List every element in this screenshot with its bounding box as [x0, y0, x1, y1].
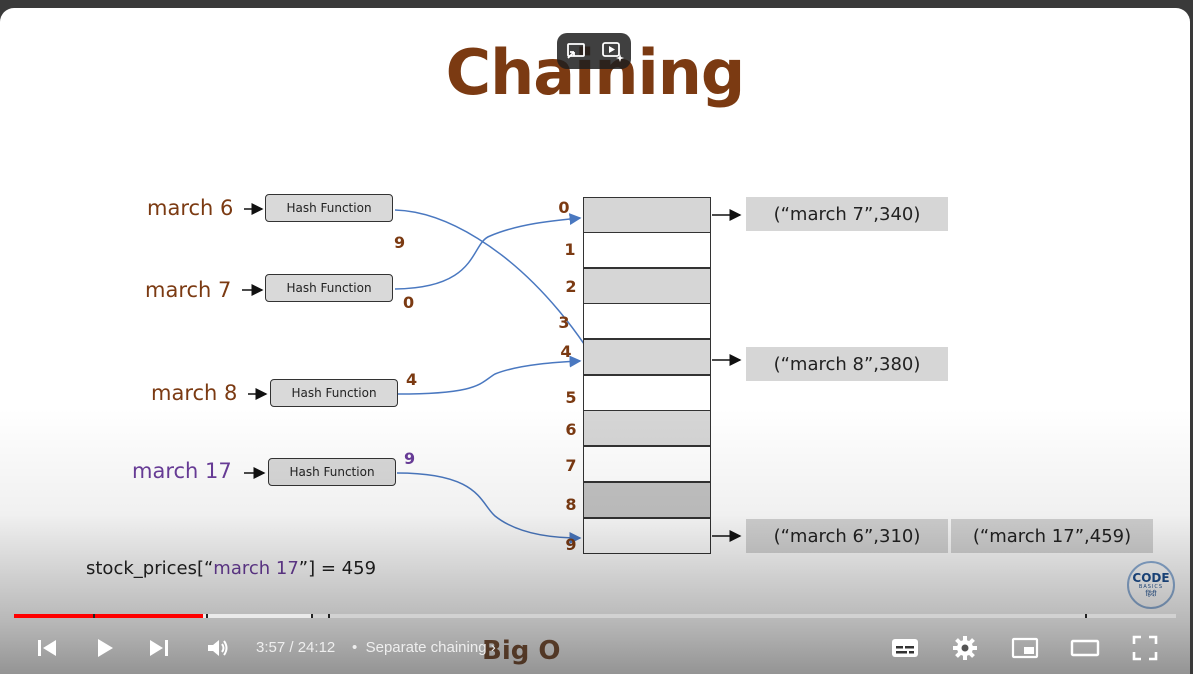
chapter-divider — [206, 614, 208, 618]
hash-output: 4 — [406, 370, 418, 389]
hash-arrow-march8 — [397, 355, 582, 395]
autoplay-icon[interactable] — [599, 37, 627, 65]
logo-hindi: हिंदी — [1145, 590, 1157, 598]
chapter-bullet: • — [352, 639, 358, 656]
hash-output: 9 — [404, 449, 416, 468]
key-label-march7: march 7 — [145, 278, 232, 302]
bucket-cell — [583, 482, 711, 518]
bucket-index: 1 — [564, 240, 576, 259]
bucket-index: 3 — [558, 313, 570, 332]
progress-bar[interactable] — [14, 614, 1176, 618]
bucket-cell — [583, 303, 711, 339]
key-label-march6: march 6 — [147, 196, 234, 220]
chapter-divider — [1085, 614, 1087, 618]
hash-function-box: Hash Function — [268, 458, 396, 486]
bucket-cell — [583, 410, 711, 446]
code-key: march 17 — [213, 558, 299, 579]
hash-arrow-march17 — [396, 472, 582, 544]
chapter-divider — [328, 614, 330, 618]
overlay-buttons — [557, 33, 631, 69]
chapter-divider — [93, 614, 95, 618]
previous-icon[interactable] — [27, 628, 67, 668]
duration: 24:12 — [297, 639, 336, 656]
code-suffix: ”] = 459 — [298, 558, 377, 579]
fullscreen-icon[interactable] — [1125, 628, 1165, 668]
hash-output: 9 — [394, 233, 406, 252]
cast-icon[interactable] — [562, 37, 590, 65]
hash-output: 0 — [403, 293, 415, 312]
bucket-index: 5 — [565, 388, 577, 407]
hash-function-box: Hash Function — [270, 379, 398, 407]
bucket-cell — [583, 197, 711, 233]
hash-function-box: Hash Function — [265, 274, 393, 302]
player-controls: 3:57 / 24:12 • Separate chaining › — [0, 628, 1190, 670]
bucket-index: 4 — [560, 342, 572, 361]
video-player[interactable]: Chaining march 6 march 7 march 8 march 1… — [0, 8, 1190, 674]
bucket-index: 8 — [565, 495, 577, 514]
logo-subtext: BASICS — [1138, 583, 1164, 590]
play-icon[interactable] — [84, 628, 124, 668]
logo-text: CODE — [1132, 570, 1170, 585]
miniplayer-icon[interactable] — [1005, 628, 1045, 668]
time-separator: / — [285, 639, 298, 656]
bucket-cell — [583, 268, 711, 304]
chain-entry: (“march 8”,380) — [746, 347, 948, 381]
chain-entry: (“march 17”,459) — [951, 519, 1153, 553]
chapter-button[interactable]: • Separate chaining › — [352, 639, 496, 656]
chapter-divider — [311, 614, 313, 618]
next-icon[interactable] — [139, 628, 179, 668]
theater-icon[interactable] — [1065, 628, 1105, 668]
chain-entry: (“march 7”,340) — [746, 197, 948, 231]
bucket-index: 7 — [565, 456, 577, 475]
chapter-title: Separate chaining — [365, 639, 487, 656]
settings-icon[interactable] — [945, 628, 985, 668]
hash-function-box: Hash Function — [265, 194, 393, 222]
bucket-cell — [583, 518, 711, 554]
video-frame[interactable]: Chaining march 6 march 7 march 8 march 1… — [0, 8, 1190, 674]
key-label-march17: march 17 — [132, 459, 232, 483]
bucket-cell — [583, 375, 711, 411]
current-time: 3:57 — [256, 639, 286, 656]
bucket-index: 2 — [565, 277, 577, 296]
bucket-index: 6 — [565, 420, 577, 439]
bucket-cell — [583, 232, 711, 268]
code-prefix: stock_prices[“ — [86, 558, 214, 579]
progress-played — [14, 614, 203, 618]
code-example: stock_prices[“march 17”] = 459 — [86, 558, 376, 579]
bucket-index: 0 — [558, 198, 570, 217]
bucket-cell — [583, 446, 711, 482]
bucket-index: 9 — [565, 535, 577, 554]
time-display: 3:57 / 24:12 — [256, 639, 335, 656]
codebasics-logo[interactable]: CODE BASICS हिंदी — [1127, 561, 1175, 609]
volume-icon[interactable] — [198, 628, 238, 668]
subtitles-icon[interactable] — [885, 628, 925, 668]
key-label-march8: march 8 — [151, 381, 238, 405]
chain-entry: (“march 6”,310) — [746, 519, 948, 553]
chevron-right-icon: › — [490, 639, 496, 656]
hash-arrow-march7 — [394, 213, 582, 290]
bucket-cell — [583, 339, 711, 375]
